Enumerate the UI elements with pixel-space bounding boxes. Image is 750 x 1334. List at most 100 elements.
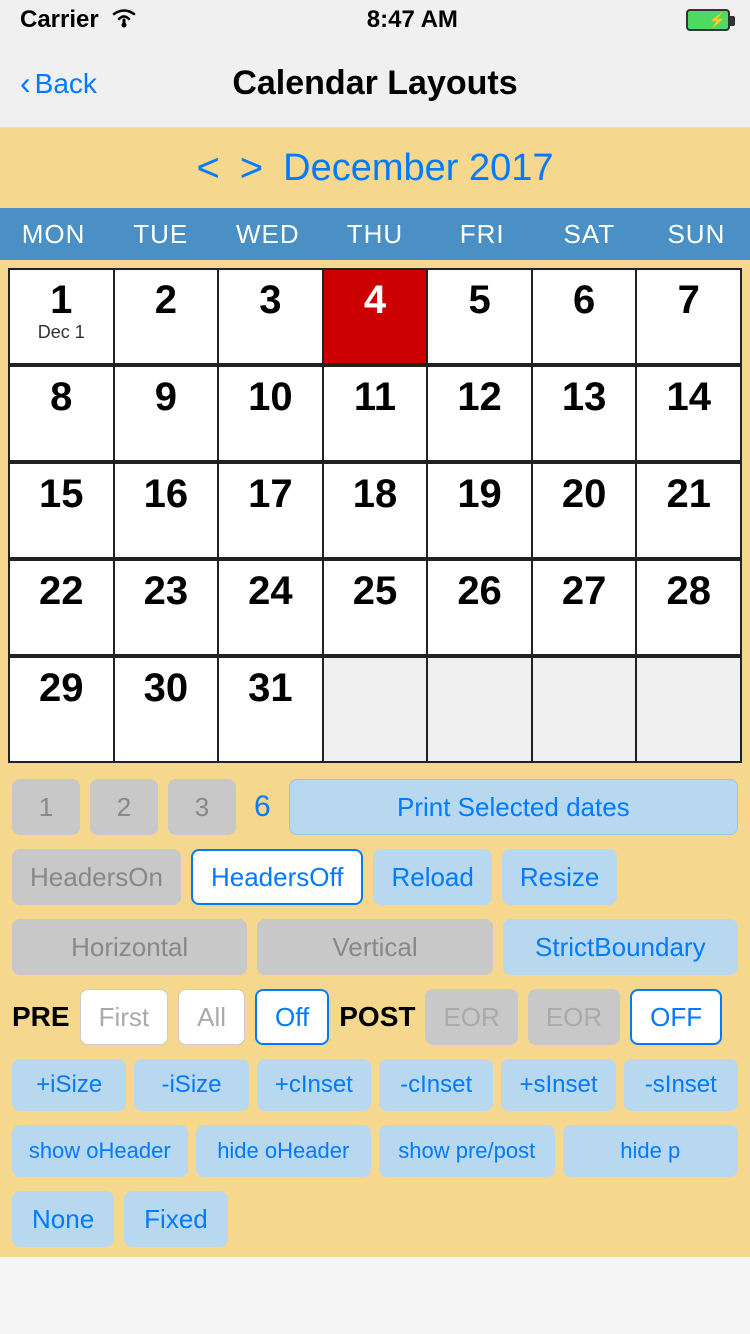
show-oheader-button[interactable]: show oHeader (12, 1125, 188, 1177)
cal-day-6[interactable]: 6 (533, 270, 638, 365)
cal-day-22[interactable]: 22 (10, 561, 115, 656)
page-title: Calendar Layouts (232, 64, 517, 103)
day-header-sun: SUN (643, 208, 750, 260)
carrier-label: Carrier (20, 6, 99, 34)
first-button[interactable]: First (80, 989, 169, 1045)
none-button[interactable]: None (12, 1191, 114, 1247)
wifi-icon (109, 6, 139, 35)
pre-post-row: PRE First All Off POST EOR EOR OFF (12, 989, 738, 1045)
eor2-button[interactable]: EOR (528, 989, 620, 1045)
reload-button[interactable]: Reload (373, 849, 491, 905)
horizontal-button[interactable]: Horizontal (12, 919, 247, 975)
hide-oheader-button[interactable]: hide oHeader (196, 1125, 372, 1177)
calendar-week-1: 1 Dec 1 2 3 4 5 6 7 (8, 268, 742, 365)
status-right: ⚡ (686, 9, 730, 31)
all-button[interactable]: All (178, 989, 245, 1045)
num-btn-2[interactable]: 2 (90, 779, 158, 835)
cal-day-28[interactable]: 28 (637, 561, 742, 656)
battery-bolt: ⚡ (709, 12, 726, 29)
cal-day-20[interactable]: 20 (533, 464, 638, 559)
day-header-wed: WED (214, 208, 321, 260)
calendar-week-3: 15 16 17 18 19 20 21 (8, 462, 742, 559)
calendar-grid: 1 Dec 1 2 3 4 5 6 7 8 9 10 11 12 13 14 1… (0, 260, 750, 763)
hide-p-button[interactable]: hide p (563, 1125, 739, 1177)
back-button[interactable]: ‹ Back (20, 65, 97, 102)
calendar-month-header: < > December 2017 (0, 128, 750, 208)
cal-day-24[interactable]: 24 (219, 561, 324, 656)
status-time: 8:47 AM (367, 6, 458, 34)
day-header-tue: TUE (107, 208, 214, 260)
size-row: +iSize -iSize +cInset -cInset +sInset -s… (12, 1059, 738, 1111)
headers-on-button[interactable]: HeadersOn (12, 849, 181, 905)
status-left: Carrier (20, 6, 139, 35)
calendar-week-4: 22 23 24 25 26 27 28 (8, 559, 742, 656)
calendar-week-2: 8 9 10 11 12 13 14 (8, 365, 742, 462)
cal-day-3[interactable]: 3 (219, 270, 324, 365)
cal-day-15[interactable]: 15 (10, 464, 115, 559)
off-pre-button[interactable]: Off (255, 989, 329, 1045)
back-chevron-icon: ‹ (20, 65, 31, 102)
cal-day-17[interactable]: 17 (219, 464, 324, 559)
num-btn-1[interactable]: 1 (12, 779, 80, 835)
oheader-row: show oHeader hide oHeader show pre/post … (12, 1125, 738, 1177)
cal-day-8[interactable]: 8 (10, 367, 115, 462)
cal-empty-1 (324, 658, 429, 763)
cinset-plus-button[interactable]: +cInset (257, 1059, 371, 1111)
month-year-label: December 2017 (283, 147, 553, 190)
cal-day-9[interactable]: 9 (115, 367, 220, 462)
strict-boundary-button[interactable]: StrictBoundary (503, 919, 738, 975)
num-btn-3[interactable]: 3 (168, 779, 236, 835)
cal-day-27[interactable]: 27 (533, 561, 638, 656)
pre-label: PRE (12, 1001, 70, 1033)
eor1-button[interactable]: EOR (425, 989, 517, 1045)
sinset-plus-button[interactable]: +sInset (501, 1059, 615, 1111)
prev-month-button[interactable]: < (196, 146, 219, 191)
num-btn-6[interactable]: 6 (246, 779, 279, 835)
cal-day-14[interactable]: 14 (637, 367, 742, 462)
cal-day-2[interactable]: 2 (115, 270, 220, 365)
number-print-row: 1 2 3 6 Print Selected dates (12, 779, 738, 835)
cal-day-7[interactable]: 7 (637, 270, 742, 365)
status-bar: Carrier 8:47 AM ⚡ (0, 0, 750, 40)
headers-off-button[interactable]: HeadersOff (191, 849, 363, 905)
bottom-row: None Fixed (12, 1191, 738, 1247)
cal-day-18[interactable]: 18 (324, 464, 429, 559)
cal-day-29[interactable]: 29 (10, 658, 115, 763)
day-header-thu: THU (321, 208, 428, 260)
vertical-button[interactable]: Vertical (257, 919, 492, 975)
cal-day-1[interactable]: 1 Dec 1 (10, 270, 115, 365)
cal-day-11[interactable]: 11 (324, 367, 429, 462)
battery-icon: ⚡ (686, 9, 730, 31)
day-header-sat: SAT (536, 208, 643, 260)
print-selected-button[interactable]: Print Selected dates (289, 779, 738, 835)
resize-button[interactable]: Resize (502, 849, 617, 905)
fixed-button[interactable]: Fixed (124, 1191, 228, 1247)
day-header-fri: FRI (429, 208, 536, 260)
cal-day-5[interactable]: 5 (428, 270, 533, 365)
off-post-button[interactable]: OFF (630, 989, 722, 1045)
cal-empty-4 (637, 658, 742, 763)
day-header-mon: MON (0, 208, 107, 260)
cal-empty-2 (428, 658, 533, 763)
cal-day-10[interactable]: 10 (219, 367, 324, 462)
show-prepost-button[interactable]: show pre/post (379, 1125, 555, 1177)
cal-day-26[interactable]: 26 (428, 561, 533, 656)
cal-day-19[interactable]: 19 (428, 464, 533, 559)
cal-day-30[interactable]: 30 (115, 658, 220, 763)
cal-day-23[interactable]: 23 (115, 561, 220, 656)
cal-day-4-today[interactable]: 4 (324, 270, 429, 365)
cal-day-25[interactable]: 25 (324, 561, 429, 656)
cinset-minus-button[interactable]: -cInset (379, 1059, 493, 1111)
cal-day-13[interactable]: 13 (533, 367, 638, 462)
cal-day-12[interactable]: 12 (428, 367, 533, 462)
cal-day-21[interactable]: 21 (637, 464, 742, 559)
cal-day-31[interactable]: 31 (219, 658, 324, 763)
post-label: POST (339, 1001, 415, 1033)
isize-plus-button[interactable]: +iSize (12, 1059, 126, 1111)
layout-row: Horizontal Vertical StrictBoundary (12, 919, 738, 975)
cal-day-16[interactable]: 16 (115, 464, 220, 559)
isize-minus-button[interactable]: -iSize (134, 1059, 248, 1111)
cal-empty-3 (533, 658, 638, 763)
day-headers-row: MON TUE WED THU FRI SAT SUN (0, 208, 750, 260)
sinset-minus-button[interactable]: -sInset (624, 1059, 738, 1111)
